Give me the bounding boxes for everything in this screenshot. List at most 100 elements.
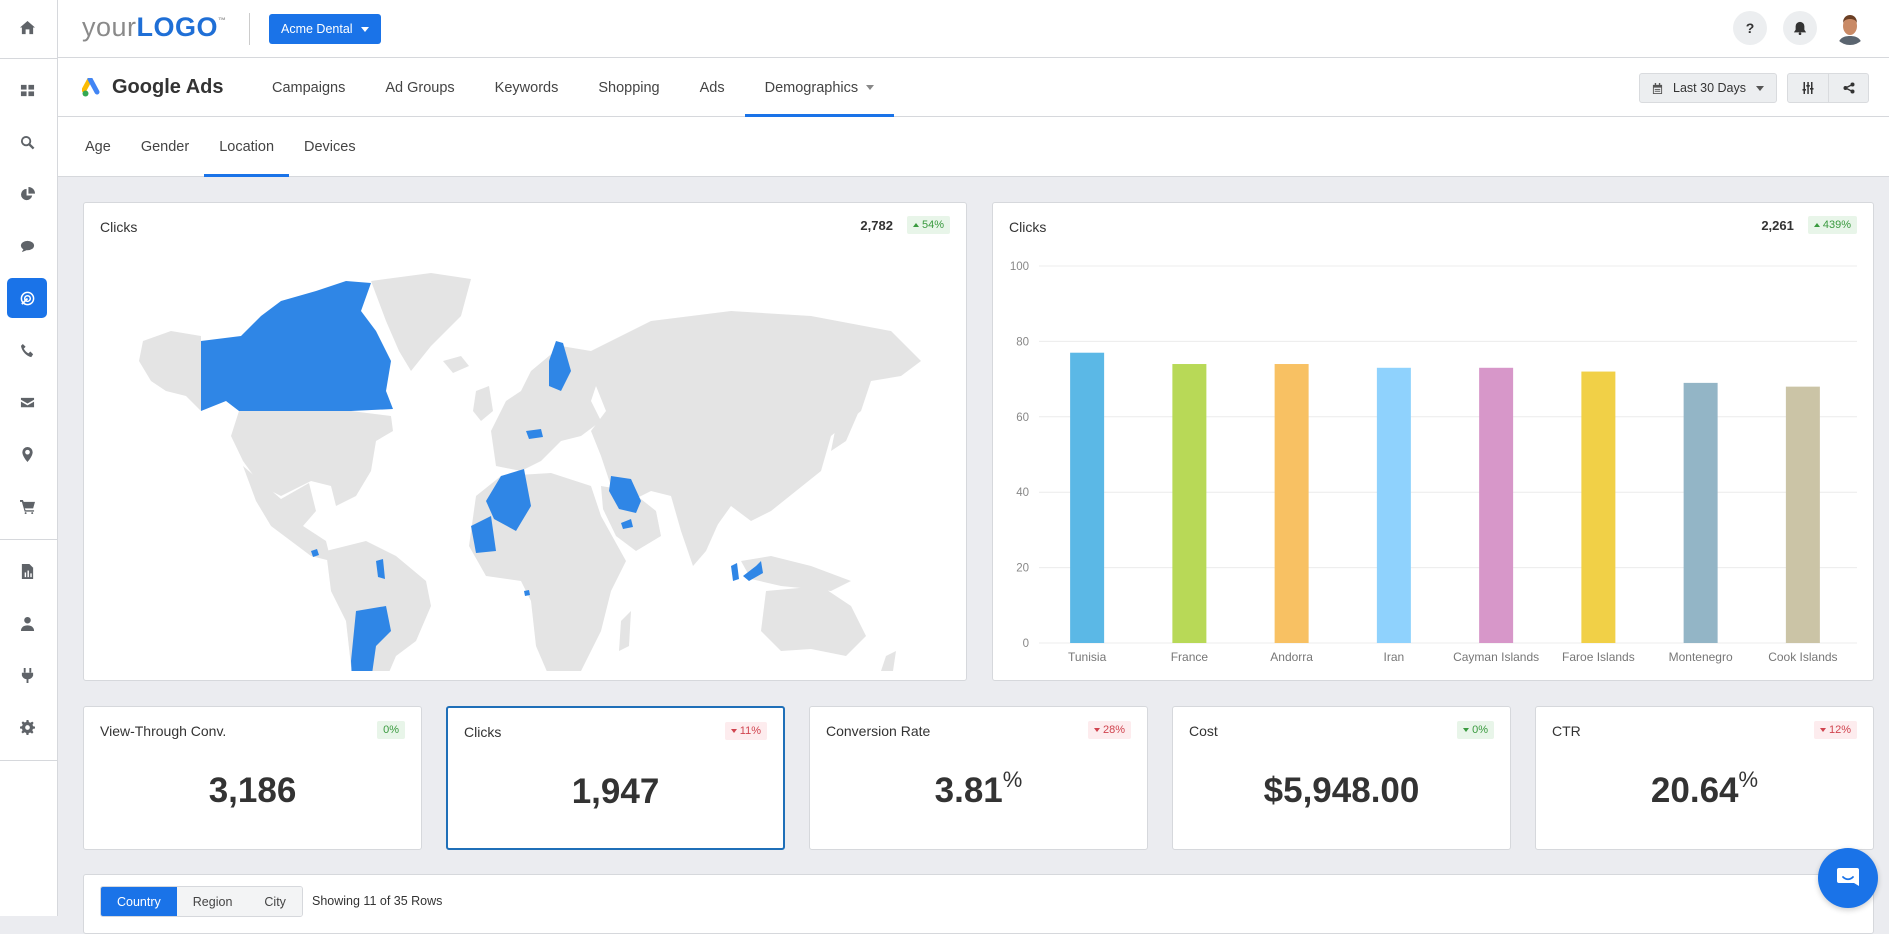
tab-ads[interactable]: Ads bbox=[680, 58, 745, 117]
sidebar-item-ecommerce[interactable] bbox=[7, 486, 47, 526]
change-value: 12% bbox=[1828, 724, 1851, 736]
google-ads-icon bbox=[82, 77, 100, 96]
logo[interactable]: yourLOGO™ bbox=[82, 12, 227, 43]
change-badge: 28% bbox=[1087, 721, 1131, 739]
share-icon bbox=[1843, 82, 1854, 94]
map-country-malaysia[interactable] bbox=[731, 563, 739, 581]
map-country-equatorial-guinea[interactable] bbox=[524, 590, 530, 596]
map-region-alaska[interactable] bbox=[139, 331, 201, 411]
sidebar-item-dashboard[interactable] bbox=[7, 70, 47, 110]
kpi-card-clicks[interactable]: Clicks 11% 1,947 bbox=[446, 706, 785, 850]
kpi-label: Conversion Rate bbox=[826, 723, 931, 739]
tab-campaigns[interactable]: Campaigns bbox=[252, 58, 365, 117]
bar-chart-card: Clicks 2,261 439% 0 20 40 60 80 100 Tunisia Fra… bbox=[992, 202, 1874, 681]
map-region-australia[interactable] bbox=[761, 586, 866, 656]
client-selector[interactable]: Acme Dental bbox=[269, 14, 381, 44]
bar[interactable] bbox=[1785, 386, 1820, 643]
avatar[interactable] bbox=[1833, 11, 1867, 45]
sidebar-item-reports[interactable] bbox=[7, 174, 47, 214]
bar[interactable] bbox=[1070, 352, 1105, 643]
integration-nav: Google Ads Campaigns Ad Groups Keywords … bbox=[58, 58, 1889, 117]
y-tick-label: 60 bbox=[1016, 412, 1029, 424]
bar[interactable] bbox=[1274, 364, 1309, 643]
bar[interactable] bbox=[1172, 364, 1207, 643]
tab-label: Keywords bbox=[494, 79, 559, 96]
subtab-label: Age bbox=[85, 139, 111, 155]
sidebar-item-users[interactable] bbox=[7, 603, 47, 643]
map-country-canada[interactable] bbox=[201, 281, 393, 411]
tab-shopping[interactable]: Shopping bbox=[578, 58, 679, 117]
location-level-toggle: Country Region City bbox=[100, 886, 303, 917]
map-card: Clicks 2,782 54% bbox=[83, 202, 967, 681]
tab-label: Ads bbox=[699, 79, 725, 96]
map-region-new-zealand[interactable] bbox=[881, 651, 896, 671]
segment-label: City bbox=[264, 894, 286, 909]
sidebar-item-calls[interactable] bbox=[7, 330, 47, 370]
change-value: 54% bbox=[921, 219, 944, 231]
search-icon bbox=[20, 135, 34, 149]
bar[interactable] bbox=[1683, 382, 1718, 643]
notifications-button[interactable] bbox=[1783, 11, 1817, 45]
subtab-label: Location bbox=[219, 139, 275, 155]
y-tick-label: 80 bbox=[1016, 336, 1029, 348]
tab-label: Ad Groups bbox=[385, 79, 455, 96]
arrow-down-icon bbox=[730, 729, 737, 733]
sidebar-item-chat[interactable] bbox=[7, 226, 47, 266]
kpi-card-ctr[interactable]: CTR 12% 20.64% bbox=[1535, 706, 1874, 850]
sidebar-item-location[interactable] bbox=[7, 434, 47, 474]
bar[interactable] bbox=[1581, 371, 1616, 643]
sidebar-item-ppc[interactable] bbox=[7, 278, 47, 318]
sidebar-item-integrations[interactable] bbox=[7, 655, 47, 695]
date-range-label: Last 30 Days bbox=[1673, 81, 1746, 95]
subtab-gender[interactable]: Gender bbox=[126, 117, 204, 177]
chat-widget-button[interactable] bbox=[1818, 848, 1878, 908]
mail-icon bbox=[20, 397, 34, 407]
tab-keywords[interactable]: Keywords bbox=[475, 58, 579, 117]
map-region-uk[interactable] bbox=[473, 386, 493, 421]
sliders-icon bbox=[1802, 82, 1814, 94]
segment-region[interactable]: Region bbox=[176, 887, 249, 916]
x-tick-label: Montenegro bbox=[1669, 650, 1733, 664]
help-button[interactable]: ? bbox=[1733, 11, 1767, 45]
sidebar-item-home[interactable] bbox=[7, 7, 47, 47]
user-icon bbox=[20, 616, 34, 631]
world-map[interactable] bbox=[131, 261, 931, 671]
tab-demographics[interactable]: Demographics bbox=[744, 58, 895, 117]
report-icon bbox=[21, 563, 33, 579]
y-tick-label: 0 bbox=[1023, 638, 1029, 650]
subtab-location[interactable]: Location bbox=[204, 117, 289, 177]
logo-main: LOGO bbox=[136, 12, 219, 42]
bar[interactable] bbox=[1479, 367, 1514, 643]
map-region-europe[interactable] bbox=[491, 346, 601, 471]
kpi-value: 3,186 bbox=[208, 771, 297, 810]
share-button[interactable] bbox=[1828, 74, 1868, 102]
nav-tabs: Campaigns Ad Groups Keywords Shopping Ad… bbox=[252, 58, 894, 117]
chevron-down-icon bbox=[1756, 85, 1764, 91]
customize-button[interactable] bbox=[1788, 74, 1828, 102]
tab-ad-groups[interactable]: Ad Groups bbox=[365, 58, 474, 117]
map-region-madagascar[interactable] bbox=[619, 611, 631, 651]
segment-city[interactable]: City bbox=[248, 887, 302, 916]
kpi-card-cost[interactable]: Cost 0% $5,948.00 bbox=[1172, 706, 1511, 850]
map-region-india[interactable] bbox=[671, 491, 726, 566]
segment-country[interactable]: Country bbox=[101, 887, 177, 916]
y-tick-label: 40 bbox=[1016, 487, 1029, 499]
map-region-iceland[interactable] bbox=[443, 356, 469, 373]
card-total: 2,782 bbox=[860, 217, 893, 233]
bar[interactable] bbox=[1376, 367, 1411, 643]
location-table-card: Country Region City Showing 11 of 35 Row… bbox=[83, 874, 1874, 934]
subtab-label: Gender bbox=[140, 139, 190, 155]
sidebar-item-report-builder[interactable] bbox=[7, 551, 47, 591]
sidebar-item-search[interactable] bbox=[7, 122, 47, 162]
sidebar-item-settings[interactable] bbox=[7, 707, 47, 747]
chevron-down-icon bbox=[360, 26, 369, 32]
phone-icon bbox=[20, 343, 33, 357]
kpi-card-view-through-conv[interactable]: View-Through Conv. 0% 3,186 bbox=[83, 706, 422, 850]
subtab-age[interactable]: Age bbox=[70, 117, 126, 177]
chat-icon bbox=[1837, 868, 1859, 886]
subtab-devices[interactable]: Devices bbox=[289, 117, 371, 177]
kpi-card-conversion-rate[interactable]: Conversion Rate 28% 3.81% bbox=[809, 706, 1148, 850]
segment-label: Country bbox=[117, 894, 161, 909]
date-range-picker[interactable]: Last 30 Days bbox=[1639, 73, 1777, 103]
sidebar-item-email[interactable] bbox=[7, 382, 47, 422]
